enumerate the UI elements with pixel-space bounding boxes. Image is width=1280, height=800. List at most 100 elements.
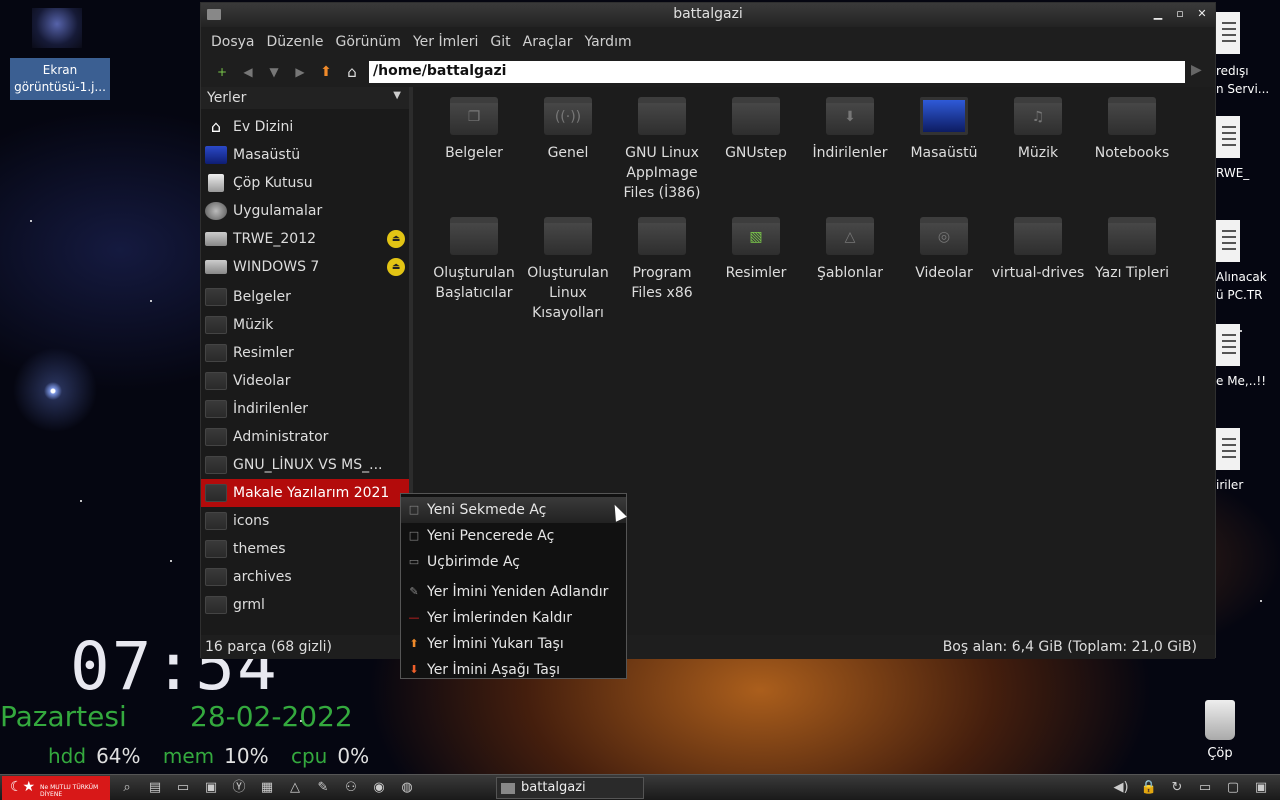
menu-git[interactable]: Git [490, 34, 510, 50]
context-menu-item[interactable]: ✎ Yer İmini Yeniden Adlandır [401, 579, 626, 605]
files-icon[interactable]: ▤ [144, 777, 166, 799]
sidebar-item[interactable]: WINDOWS 7 ⏏ [201, 253, 409, 281]
globe-icon[interactable]: ◍ [396, 777, 418, 799]
sidebar-item[interactable]: Resimler [201, 339, 409, 367]
desktop-document-icon[interactable] [1216, 324, 1240, 366]
folder-icon [205, 400, 227, 418]
folder-item[interactable]: ((·)) Genel [521, 97, 615, 203]
sidebar-item[interactable]: archives [201, 563, 409, 591]
chevron-down-icon[interactable]: ▼ [393, 90, 401, 101]
sidebar-item-label: themes [233, 541, 286, 557]
context-menu-item[interactable]: □ Yeni Sekmede Aç [401, 497, 626, 523]
sidebar-item[interactable]: Uygulamalar [201, 197, 409, 225]
folder-item[interactable]: Masaüstü [897, 97, 991, 203]
desktop-document-icon[interactable] [1216, 116, 1240, 158]
folder-icon: ▧ [732, 217, 780, 255]
sidebar-item[interactable]: Videolar [201, 367, 409, 395]
places-header[interactable]: Yerler ▼ [201, 87, 409, 109]
trash-icon [1205, 700, 1235, 740]
folder-item[interactable]: GNU Linux AppImage Files (İ386) [615, 97, 709, 203]
folder-item[interactable]: Yazı Tipleri [1085, 217, 1179, 323]
context-menu-item[interactable]: ▭ Uçbirimde Aç [401, 549, 626, 575]
menu-gorunum[interactable]: Görünüm [336, 34, 401, 50]
folder-item[interactable]: △ Şablonlar [803, 217, 897, 323]
minimize-button[interactable]: ▁ [1151, 7, 1165, 21]
desktop-document-icon[interactable] [1216, 12, 1240, 54]
maximize-button[interactable]: ▫ [1173, 7, 1187, 21]
desktop-trash[interactable]: Çöp [1200, 700, 1240, 761]
settings-icon[interactable]: △ [284, 777, 306, 799]
folder-item[interactable]: Program Files x86 [615, 217, 709, 323]
folder-item[interactable]: ▧ Resimler [709, 217, 803, 323]
path-input[interactable]: /home/battalgazi [369, 61, 1185, 83]
eject-icon[interactable]: ⏏ [387, 230, 405, 248]
eject-icon[interactable]: ⏏ [387, 258, 405, 276]
terminal-icon[interactable]: ▭ [172, 777, 194, 799]
folder-emblem-icon: ⬇ [844, 109, 856, 125]
folder-item[interactable]: Notebooks [1085, 97, 1179, 203]
desktop-document-icon[interactable] [1216, 428, 1240, 470]
desktop-document-icon[interactable] [1216, 220, 1240, 262]
editor-icon[interactable]: ✎ [312, 777, 334, 799]
network-icon[interactable]: ⚇ [340, 777, 362, 799]
show-desktop-icon[interactable]: ▣ [1250, 777, 1272, 799]
back-icon[interactable]: ◀ [235, 61, 261, 83]
desktop-icon-screenshot[interactable]: Ekran görüntüsü-1.j... [10, 58, 110, 100]
start-button[interactable]: Ne MUTLU TÜRKÜM DİYENE [2, 776, 110, 800]
sidebar-item-label: TRWE_2012 [233, 231, 317, 247]
sidebar-item[interactable]: ⌂ Ev Dizini [201, 113, 409, 141]
menu-dosya[interactable]: Dosya [211, 34, 255, 50]
folder-item[interactable]: ◎ Videolar [897, 217, 991, 323]
sidebar-item[interactable]: GNU_LİNUX VS MS_... [201, 451, 409, 479]
go-icon[interactable]: ▶ [1191, 62, 1202, 78]
context-menu-item[interactable]: ⬇ Yer İmini Aşağı Taşı [401, 657, 626, 683]
sidebar-item[interactable]: Masaüstü [201, 141, 409, 169]
menu-araclar[interactable]: Araçlar [523, 34, 573, 50]
up-icon[interactable]: ⬆ [313, 61, 339, 83]
calculator-icon[interactable]: ▦ [256, 777, 278, 799]
sidebar-item[interactable]: Müzik [201, 311, 409, 339]
context-menu-item[interactable]: □ Yeni Pencerede Aç [401, 523, 626, 549]
sidebar-item[interactable]: icons [201, 507, 409, 535]
sidebar-item[interactable]: Çöp Kutusu [201, 169, 409, 197]
lock-icon[interactable]: 🔒 [1138, 777, 1160, 799]
close-button[interactable]: ✕ [1195, 7, 1209, 21]
menu-duzenle[interactable]: Düzenle [267, 34, 324, 50]
history-dropdown-icon[interactable]: ▼ [261, 61, 287, 83]
app-icon[interactable]: Ⓨ [228, 777, 250, 799]
menu-yer-imleri[interactable]: Yer İmleri [413, 34, 478, 50]
folder-item[interactable]: virtual-drives [991, 217, 1085, 323]
folder-item[interactable]: ♫ Müzik [991, 97, 1085, 203]
refresh-icon[interactable]: ↻ [1166, 777, 1188, 799]
sidebar-item[interactable]: İndirilenler [201, 395, 409, 423]
folder-icon: △ [826, 217, 874, 255]
menu-yardim[interactable]: Yardım [584, 34, 631, 50]
sidebar-item[interactable]: Administrator [201, 423, 409, 451]
search-icon[interactable]: ⌕ [116, 777, 138, 799]
sidebar-item[interactable]: grml [201, 591, 409, 619]
folder-name: Videolar [915, 265, 973, 281]
desktop-label: n Servi... [1216, 82, 1270, 96]
forward-icon[interactable]: ▶ [287, 61, 313, 83]
sidebar-item[interactable]: TRWE_2012 ⏏ [201, 225, 409, 253]
sidebar-item[interactable]: Makale Yazılarım 2021 [201, 479, 409, 507]
folder-item[interactable]: Oluşturulan Başlatıcılar [427, 217, 521, 323]
folder-item[interactable]: GNUstep [709, 97, 803, 203]
sidebar-item[interactable]: Belgeler [201, 283, 409, 311]
workspace-icon[interactable]: ▢ [1222, 777, 1244, 799]
sidebar-item-label: Resimler [233, 345, 294, 361]
keyboard-icon[interactable]: ▭ [1194, 777, 1216, 799]
new-tab-icon[interactable]: + [209, 61, 235, 83]
folder-item[interactable]: Oluşturulan Linux Kısayolları [521, 217, 615, 323]
monitor-icon[interactable]: ▣ [200, 777, 222, 799]
task-battalgazi[interactable]: battalgazi [496, 777, 644, 799]
folder-item[interactable]: ⬇ İndirilenler [803, 97, 897, 203]
folder-item[interactable]: ❐ Belgeler [427, 97, 521, 203]
context-menu-item[interactable]: ⬆ Yer İmini Yukarı Taşı [401, 631, 626, 657]
context-menu-item[interactable]: — Yer İmlerinden Kaldır [401, 605, 626, 631]
home-icon[interactable]: ⌂ [339, 61, 365, 83]
window-titlebar[interactable]: battalgazi ▁ ▫ ✕ [201, 3, 1215, 27]
sidebar-item[interactable]: themes [201, 535, 409, 563]
volume-icon[interactable]: ◀) [1110, 777, 1132, 799]
firefox-icon[interactable]: ◉ [368, 777, 390, 799]
